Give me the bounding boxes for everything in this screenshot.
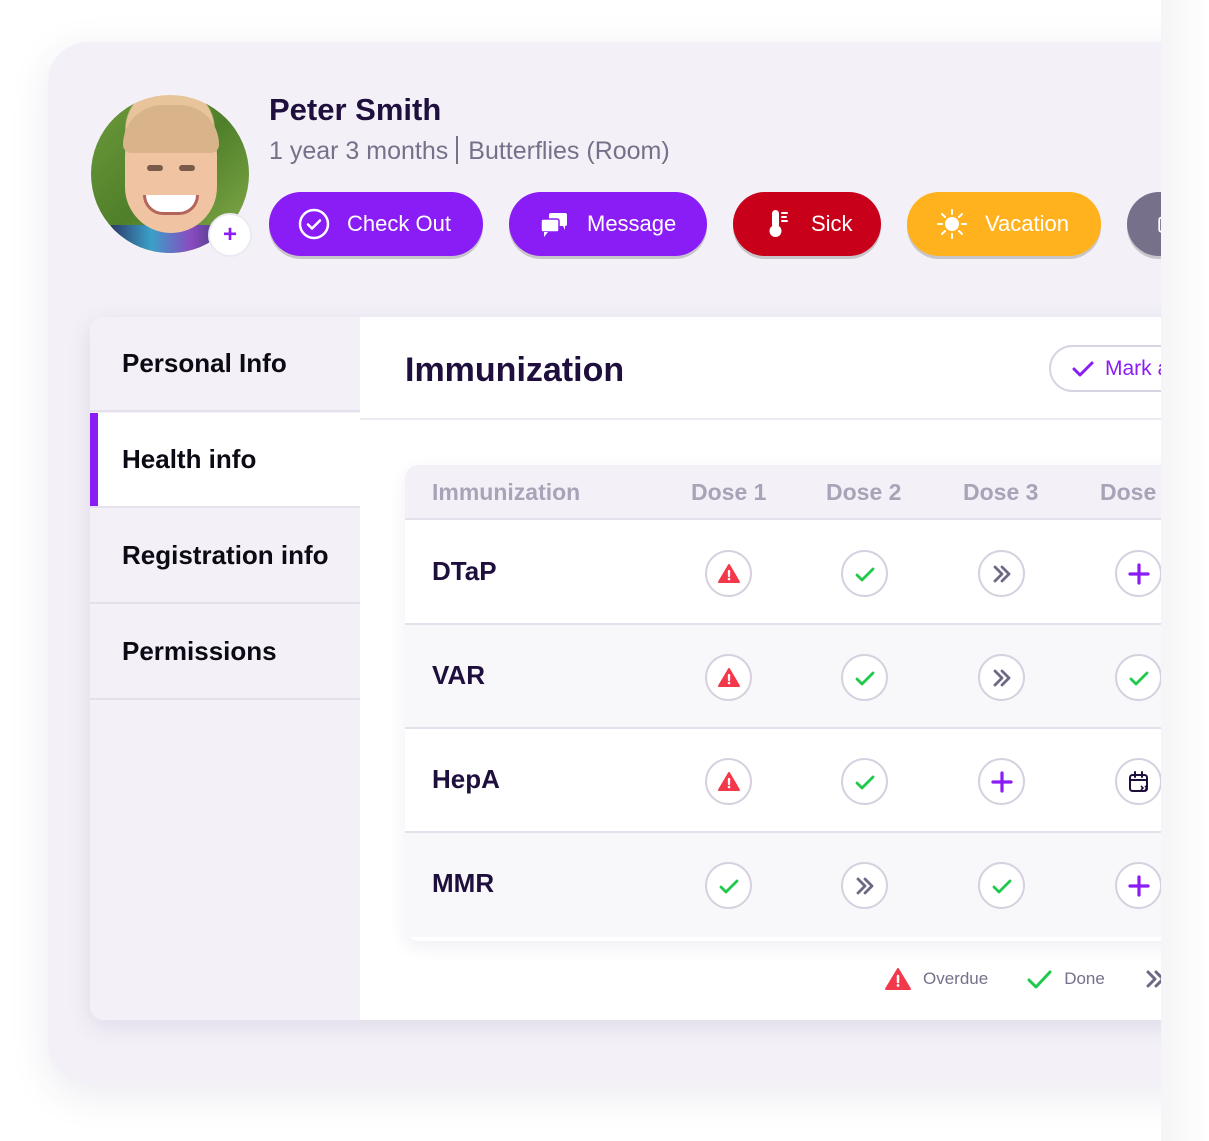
dose-status-button[interactable] [978, 758, 1025, 805]
skipped-icon [856, 877, 873, 894]
sidebar-item-label: Health info [122, 444, 257, 474]
check-out-button[interactable]: Check Out [269, 192, 483, 256]
legend: Overdue Done [885, 967, 1161, 991]
legend-label-overdue: Overdue [923, 969, 989, 988]
sick-label: Sick [811, 211, 853, 236]
legend-label-done: Done [1064, 969, 1105, 988]
sidebar: Personal Info Health info Registration i… [90, 317, 360, 1020]
overdue-icon [717, 771, 740, 791]
immunization-section: Immunization Mark a Immunization Dose 1 … [360, 317, 1161, 1020]
details-panel: Personal Info Health info Registration i… [90, 317, 1161, 1020]
plus-icon [990, 770, 1013, 793]
column-header: Dose 1 [691, 479, 767, 505]
thermometer-icon [769, 210, 788, 237]
column-header: Dose [1100, 479, 1157, 505]
plus-icon: + [222, 221, 237, 248]
done-icon [855, 775, 874, 789]
sidebar-item-label: Permissions [122, 636, 277, 666]
dose-status-button[interactable] [1115, 758, 1161, 805]
table-header: Immunization Dose 1 Dose 2 Dose 3 Dose [405, 465, 1161, 520]
dose-status-button[interactable] [978, 550, 1025, 597]
sidebar-item-permissions[interactable]: Permissions [90, 605, 360, 700]
dose-status-button[interactable] [705, 654, 752, 701]
immunization-name: MMR [432, 868, 495, 898]
sidebar-item-health-info[interactable]: Health info [90, 413, 360, 508]
dose-status-button[interactable] [841, 654, 888, 701]
message-label: Message [587, 211, 677, 236]
child-age: 1 year 3 months [269, 137, 449, 165]
vacation-label: Vacation [985, 211, 1069, 236]
done-icon [855, 567, 874, 581]
plus-icon [1127, 874, 1150, 897]
dose-status-button[interactable] [978, 862, 1025, 909]
mark-all-button[interactable]: Mark a [1049, 345, 1161, 392]
done-icon [855, 671, 874, 685]
viewport: + Peter Smith 1 year 3 months Butterflies… [0, 0, 1161, 1141]
calendar-button[interactable] [1127, 192, 1161, 256]
dose-status-button[interactable] [1115, 862, 1161, 909]
sick-button[interactable]: Sick [733, 192, 881, 256]
table-row: MMR [405, 833, 1161, 937]
dose-status-button[interactable] [1115, 550, 1161, 597]
dose-status-button[interactable] [1115, 654, 1161, 701]
column-header: Immunization [432, 479, 581, 505]
mark-all-label: Mark a [1105, 356, 1161, 380]
child-room: Butterflies (Room) [468, 137, 670, 165]
skipped-icon [1146, 970, 1161, 988]
overdue-icon [717, 563, 740, 583]
immunization-name: DTaP [432, 556, 497, 586]
column-header: Dose 2 [826, 479, 902, 505]
overdue-icon [717, 667, 740, 687]
skipped-icon [993, 669, 1010, 686]
sidebar-item-label: Personal Info [122, 348, 287, 378]
chat-bubbles-icon [540, 213, 567, 237]
immunization-name: VAR [432, 660, 485, 690]
dose-status-button[interactable] [978, 654, 1025, 701]
sidebar-item-registration-info[interactable]: Registration info [90, 509, 360, 604]
dose-status-button[interactable] [705, 550, 752, 597]
divider [456, 136, 459, 164]
dose-status-button[interactable] [841, 550, 888, 597]
immunization-name: HepA [432, 764, 500, 794]
section-header: Immunization Mark a [360, 317, 1161, 420]
skipped-icon [993, 565, 1010, 582]
sidebar-item-personal-info[interactable]: Personal Info [90, 317, 360, 412]
calendar-scheduled-icon [1128, 770, 1148, 792]
sidebar-item-label: Registration info [122, 540, 329, 570]
vacation-button[interactable]: Vacation [907, 192, 1101, 256]
immunization-table: Immunization Dose 1 Dose 2 Dose 3 Dose D… [405, 465, 1161, 941]
done-icon [1027, 970, 1052, 989]
plus-icon [1127, 562, 1150, 585]
sun-icon [937, 209, 967, 239]
done-icon [1129, 671, 1148, 685]
table-row: DTaP [405, 521, 1161, 625]
message-button[interactable]: Message [509, 192, 707, 256]
dose-status-button[interactable] [841, 862, 888, 909]
check-icon [1072, 361, 1094, 376]
add-photo-button[interactable]: + [208, 213, 252, 257]
child-details: 1 year 3 months Butterflies (Room) [269, 136, 670, 166]
done-icon [992, 879, 1011, 893]
section-title: Immunization [405, 351, 625, 389]
dose-status-button[interactable] [705, 862, 752, 909]
table-row: VAR [405, 625, 1161, 729]
done-icon [719, 879, 738, 893]
child-name: Peter Smith [269, 92, 442, 127]
dose-status-button[interactable] [841, 758, 888, 805]
column-header: Dose 3 [963, 479, 1039, 505]
dose-status-button[interactable] [705, 758, 752, 805]
action-buttons: Check Out Message Sick Vacation [269, 192, 1161, 256]
overdue-icon [885, 968, 911, 990]
check-circle-icon [298, 208, 330, 240]
edge-fade [1161, 0, 1209, 1141]
check-out-label: Check Out [347, 211, 451, 236]
table-row: HepA [405, 729, 1161, 833]
